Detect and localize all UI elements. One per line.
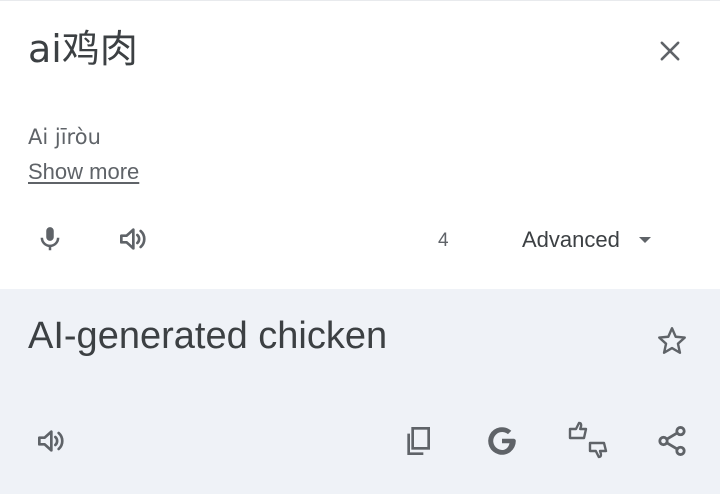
share-translation-button[interactable]	[650, 419, 694, 463]
mic-icon	[40, 227, 60, 251]
show-more-link[interactable]: Show more	[28, 159, 139, 185]
volume-icon	[120, 228, 146, 250]
advanced-dropdown[interactable]: Advanced	[522, 227, 652, 253]
arrow-drop-down-icon	[638, 237, 651, 243]
clear-button[interactable]	[648, 29, 692, 73]
transliteration-text: Ai jīròu	[28, 125, 101, 149]
listen-source-button[interactable]	[110, 217, 154, 261]
translation-text: AI-generated chicken	[28, 315, 388, 357]
copy-translation-button[interactable]	[396, 419, 440, 463]
save-translation-button[interactable]	[650, 319, 694, 363]
volume-icon	[38, 430, 64, 452]
source-panel: ai鸡肉 Ai jīròu Show more 4 Advanced	[0, 0, 720, 289]
share-icon	[658, 425, 686, 457]
star-outline-icon	[658, 327, 686, 354]
listen-translation-button[interactable]	[28, 419, 72, 463]
search-google-button[interactable]	[480, 419, 524, 463]
close-icon	[660, 41, 680, 61]
voice-input-button[interactable]	[28, 217, 72, 261]
character-count: 4	[438, 230, 449, 251]
source-text-input[interactable]: ai鸡肉	[28, 27, 138, 71]
google-g-icon	[488, 427, 516, 455]
thumbs-feedback-icon	[568, 421, 608, 459]
copy-icon	[407, 427, 430, 455]
rate-translation-button[interactable]	[564, 417, 612, 465]
translation-panel: AI-generated chicken	[0, 289, 720, 494]
advanced-label: Advanced	[522, 227, 620, 252]
